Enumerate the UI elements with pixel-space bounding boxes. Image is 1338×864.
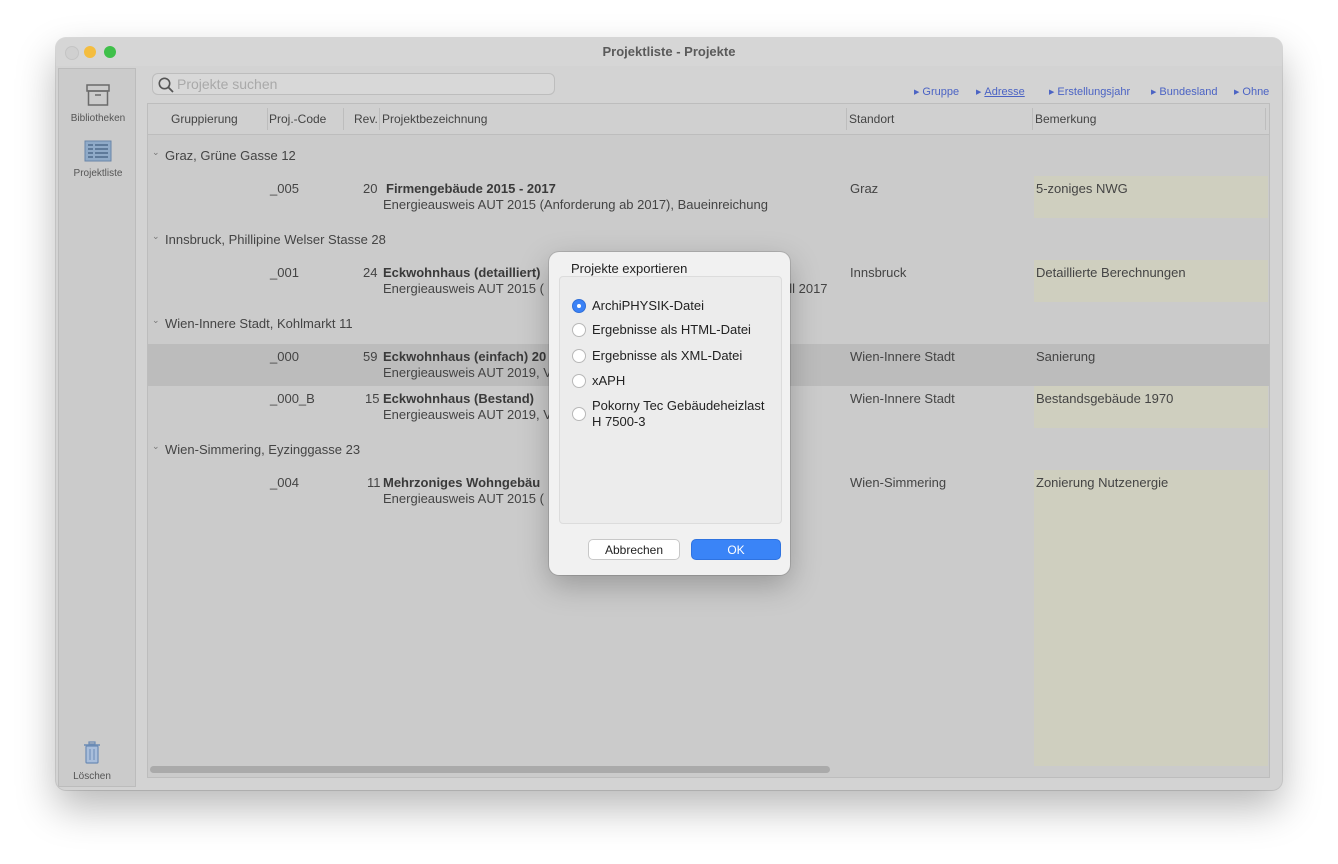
radio-button[interactable] xyxy=(572,407,586,421)
cell-project-subtitle: Energieausweis AUT 2015 (Anforderung ab … xyxy=(383,197,768,212)
cell-standort: Wien-Innere Stadt xyxy=(850,391,955,406)
sidebar-item-bibliotheken[interactable]: Bibliotheken xyxy=(59,83,137,124)
chevron-down-icon[interactable]: ⌄ xyxy=(152,231,160,242)
option-label: xAPH xyxy=(592,373,626,388)
cell-rev: 24 xyxy=(363,265,378,280)
cell-standort: Innsbruck xyxy=(850,265,907,280)
cell-project-title: Eckwohnhaus (einfach) 20 xyxy=(383,349,547,364)
radio-button[interactable] xyxy=(572,374,586,388)
radio-button[interactable] xyxy=(572,299,586,313)
cell-bemerkung: Detaillierte Berechnungen xyxy=(1036,265,1186,280)
list-icon xyxy=(84,140,112,162)
group-option-erstellungsjahr[interactable]: ▶ Erstellungsjahr xyxy=(1049,86,1130,98)
delete-button[interactable]: Löschen xyxy=(56,741,131,782)
group-label: Wien-Simmering, Eyzinggasse 23 xyxy=(165,442,361,457)
column-separator[interactable] xyxy=(267,108,268,130)
cell-project-title: Mehrzoniges Wohngebäu xyxy=(383,475,541,490)
column-separator[interactable] xyxy=(379,108,380,130)
cancel-button[interactable]: Abbrechen xyxy=(588,539,680,560)
column-separator[interactable] xyxy=(343,108,344,130)
option-label: Ergebnisse als XML-Datei xyxy=(592,348,743,363)
group-option-bundesland[interactable]: ▶ Bundesland xyxy=(1151,86,1218,98)
chevron-down-icon[interactable]: ⌄ xyxy=(152,315,160,326)
sidebar-item-label: Projektliste xyxy=(73,168,123,179)
cell-bemerkung: Sanierung xyxy=(1036,349,1096,364)
column-separator[interactable] xyxy=(1265,108,1266,130)
cell-project-title: Firmengebäude 2015 - 2017 xyxy=(386,181,556,196)
table-row[interactable]: _005 20 Firmengebäude 2015 - 2017 Energi… xyxy=(148,176,1269,218)
search-field[interactable] xyxy=(152,73,555,95)
chevron-down-icon[interactable]: ⌄ xyxy=(152,147,160,158)
disclosure-triangle-icon: ▶ xyxy=(976,89,982,96)
disclosure-triangle-icon: ▶ xyxy=(1151,89,1157,96)
cell-rev: 59 xyxy=(363,349,378,364)
trash-icon xyxy=(84,741,100,764)
sidebar-item-projektliste[interactable]: Projektliste xyxy=(59,140,137,179)
sidebar: Bibliotheken Projektliste Löschen xyxy=(58,68,136,787)
archive-box-icon xyxy=(86,84,110,106)
search-input[interactable] xyxy=(177,76,537,92)
cell-standort: Wien-Simmering xyxy=(850,475,947,490)
note-cell-bg xyxy=(1034,470,1268,766)
column-header-rev[interactable]: Rev. xyxy=(354,112,378,126)
cell-project-title: Eckwohnhaus (Bestand) xyxy=(383,391,534,406)
cell-project-subtitle: Energieausweis AUT 2015 ( xyxy=(383,281,544,296)
cell-project-subtitle: Energieausweis AUT 2015 ( xyxy=(383,491,544,506)
horizontal-scrollbar[interactable] xyxy=(150,766,830,773)
cell-bemerkung: Zonierung Nutzenergie xyxy=(1036,475,1169,490)
radio-button[interactable] xyxy=(572,349,586,363)
disclosure-triangle-icon: ▶ xyxy=(914,89,920,96)
group-label: Graz, Grüne Gasse 12 xyxy=(165,148,296,163)
column-header-standort[interactable]: Standort xyxy=(849,112,894,126)
export-options-group: ArchiPHYSIK-Datei Ergebnisse als HTML-Da… xyxy=(559,276,782,524)
cell-project-subtitle: Energieausweis AUT 2019, V xyxy=(383,365,552,380)
option-label: Ergebnisse als HTML-Datei xyxy=(592,322,751,337)
cell-proj-code: _001 xyxy=(270,265,299,280)
cell-rev: 11 xyxy=(367,475,381,490)
cell-proj-code: _000 xyxy=(270,349,299,364)
cell-bemerkung: Bestandsgebäude 1970 xyxy=(1036,391,1174,406)
cell-standort: Graz xyxy=(850,181,879,196)
group-option-ohne[interactable]: ▶ Ohne xyxy=(1234,86,1269,98)
cell-bemerkung: 5-zoniges NWG xyxy=(1036,181,1128,196)
group-label: Wien-Innere Stadt, Kohlmarkt 11 xyxy=(165,316,353,331)
table-header: Gruppierung Proj.-Code Rev. Projektbezei… xyxy=(148,104,1269,135)
delete-label: Löschen xyxy=(73,771,111,782)
ok-button[interactable]: OK xyxy=(691,539,781,560)
cell-proj-code: _004 xyxy=(270,475,299,490)
group-label: Innsbruck, Phillipine Welser Stasse 28 xyxy=(165,232,386,247)
cell-proj-code: _005 xyxy=(270,181,299,196)
option-label-line2: H 7500-3 xyxy=(592,414,646,429)
dialog-title: Projekte exportieren xyxy=(571,261,688,276)
disclosure-triangle-icon: ▶ xyxy=(1234,89,1240,96)
cell-project-subtitle: Energieausweis AUT 2019, V xyxy=(383,407,552,422)
radio-button[interactable] xyxy=(572,323,586,337)
sidebar-item-label: Bibliotheken xyxy=(70,113,126,124)
option-label: Pokorny Tec Gebäudeheizlast xyxy=(592,398,765,413)
column-separator[interactable] xyxy=(1032,108,1033,130)
cell-rev: 15 xyxy=(365,391,380,406)
chevron-down-icon[interactable]: ⌄ xyxy=(152,441,160,452)
search-icon xyxy=(158,77,174,93)
option-label: ArchiPHYSIK-Datei xyxy=(592,298,704,313)
column-header-proj-code[interactable]: Proj.-Code xyxy=(269,112,326,126)
title-bar: Projektliste - Projekte xyxy=(56,38,1282,66)
window-title: Projektliste - Projekte xyxy=(602,44,736,59)
cell-proj-code: _000_B xyxy=(270,391,315,406)
column-header-projektbezeichnung[interactable]: Projektbezeichnung xyxy=(382,112,487,126)
export-dialog: Projekte exportieren ArchiPHYSIK-Datei E… xyxy=(549,252,790,575)
column-header-gruppierung[interactable]: Gruppierung xyxy=(171,112,238,126)
group-header[interactable]: ⌄ Graz, Grüne Gasse 12 xyxy=(148,135,1269,175)
cell-project-title: Eckwohnhaus (detailliert) xyxy=(383,265,541,280)
group-option-gruppe[interactable]: ▶ Gruppe xyxy=(914,86,959,98)
cell-rev: 20 xyxy=(363,181,378,196)
group-option-adresse[interactable]: ▶ Adresse xyxy=(976,86,1025,98)
column-separator[interactable] xyxy=(846,108,847,130)
disclosure-triangle-icon: ▶ xyxy=(1049,89,1055,96)
cell-standort: Wien-Innere Stadt xyxy=(850,349,955,364)
column-header-bemerkung[interactable]: Bemerkung xyxy=(1035,112,1096,126)
